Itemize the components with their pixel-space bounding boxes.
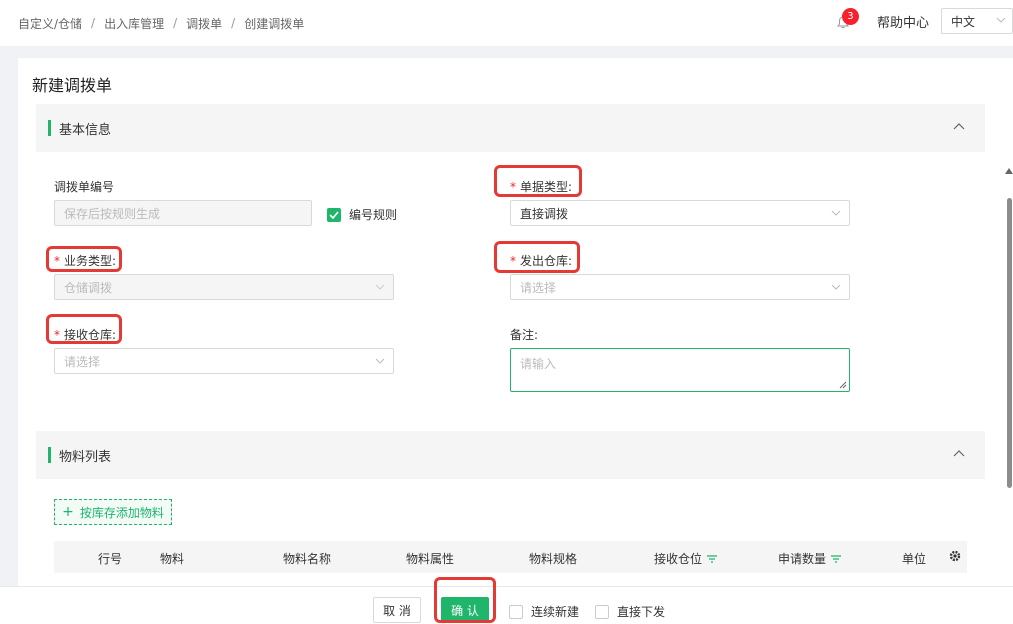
material-table-header: 行号 物料 物料名称 物料属性 物料规格 接收仓位 申请数量 单位 [54, 541, 967, 573]
column-header: 物料规格 [529, 552, 578, 566]
breadcrumb-separator: / [91, 16, 96, 30]
breadcrumb-item-inout[interactable]: 出入库管理 [104, 15, 164, 32]
source-warehouse-select[interactable]: 请选择 [510, 274, 850, 300]
checkbox-unchecked-icon [509, 604, 523, 619]
chevron-down-icon [831, 210, 841, 216]
gear-icon[interactable] [949, 550, 961, 562]
business-type-select: 仓储调拨 [54, 274, 394, 300]
material-list-header[interactable]: 物料列表 [36, 431, 985, 479]
checkbox-unchecked-icon [595, 604, 609, 619]
section-accent-bar [48, 120, 51, 136]
scroll-up-icon[interactable] [1005, 168, 1013, 174]
filter-icon[interactable] [707, 554, 718, 563]
basic-info-header[interactable]: 基本信息 [36, 104, 985, 152]
numbering-rule-checkbox[interactable]: 编号规则 [327, 206, 397, 223]
breadcrumb-separator: / [231, 16, 236, 30]
checkbox-checked-icon [327, 207, 341, 222]
breadcrumb-item-create: 创建调拨单 [244, 16, 305, 31]
cancel-button[interactable]: 取 消 [373, 597, 421, 623]
highlight-business-type [46, 246, 122, 272]
column-header: 物料 [160, 552, 185, 566]
resize-grip-icon[interactable] [839, 381, 847, 389]
target-warehouse-select[interactable]: 请选择 [54, 348, 394, 374]
direct-issue-label: 直接下发 [617, 605, 666, 619]
column-header-receive-bin[interactable]: 接收仓位 [654, 550, 718, 567]
chevron-down-icon [375, 358, 385, 364]
remark-textarea[interactable]: 请输入 [510, 348, 850, 392]
remark-label: 备注: [510, 328, 539, 342]
column-header: 行号 [98, 552, 123, 566]
continue-new-checkbox[interactable]: 连续新建 [509, 603, 579, 620]
continue-new-label: 连续新建 [531, 605, 580, 619]
highlight-confirm [434, 577, 496, 623]
column-header: 单位 [902, 552, 927, 566]
scrollbar-thumb[interactable] [1007, 198, 1012, 488]
section-accent-bar [48, 447, 51, 463]
material-list-title: 物料列表 [59, 449, 112, 465]
help-center-link[interactable]: 帮助中心 [877, 12, 929, 31]
chevron-up-icon[interactable] [953, 449, 965, 459]
column-header: 物料属性 [406, 552, 455, 566]
filter-icon[interactable] [831, 554, 842, 563]
add-material-button[interactable]: + 按库存添加物料 [54, 499, 172, 525]
main-panel: 新建调拨单 基本信息 调拨单编号 保存后按规则生成 编号规则 * 单据类型: 直接… [18, 58, 1013, 624]
language-value: 中文 [951, 14, 976, 29]
highlight-target-warehouse [46, 314, 122, 344]
footer-bar: 取 消 确 认 连续新建 直接下发 [0, 577, 1013, 624]
breadcrumb: 自定义/仓储 / 出入库管理 / 调拨单 / 创建调拨单 [18, 15, 304, 32]
notification-badge: 3 [841, 8, 859, 25]
notification-button[interactable]: 3 [835, 8, 859, 32]
numbering-rule-label: 编号规则 [349, 208, 398, 222]
basic-info-title: 基本信息 [59, 122, 112, 138]
highlight-source-warehouse [494, 241, 580, 273]
doc-no-label: 调拨单编号 [54, 180, 115, 194]
highlight-doc-type [494, 165, 582, 197]
chevron-down-icon [831, 284, 841, 290]
top-bar: 自定义/仓储 / 出入库管理 / 调拨单 / 创建调拨单 3 帮助中心 中文 [0, 0, 1013, 46]
doc-type-select[interactable]: 直接调拨 [510, 200, 850, 226]
direct-issue-checkbox[interactable]: 直接下发 [595, 603, 665, 620]
breadcrumb-item-transfer[interactable]: 调拨单 [186, 15, 222, 32]
chevron-down-icon [375, 284, 385, 290]
chevron-up-icon[interactable] [953, 122, 965, 132]
language-select[interactable]: 中文 [941, 8, 1013, 34]
column-header-quantity[interactable]: 申请数量 [778, 550, 842, 567]
page-title: 新建调拨单 [32, 76, 113, 95]
chevron-down-icon [996, 17, 1006, 23]
plus-icon: + [62, 504, 74, 520]
breadcrumb-item-storage[interactable]: 自定义/仓储 [18, 15, 82, 32]
doc-no-input: 保存后按规则生成 [54, 200, 312, 226]
column-header: 物料名称 [283, 552, 332, 566]
breadcrumb-separator: / [173, 16, 178, 30]
